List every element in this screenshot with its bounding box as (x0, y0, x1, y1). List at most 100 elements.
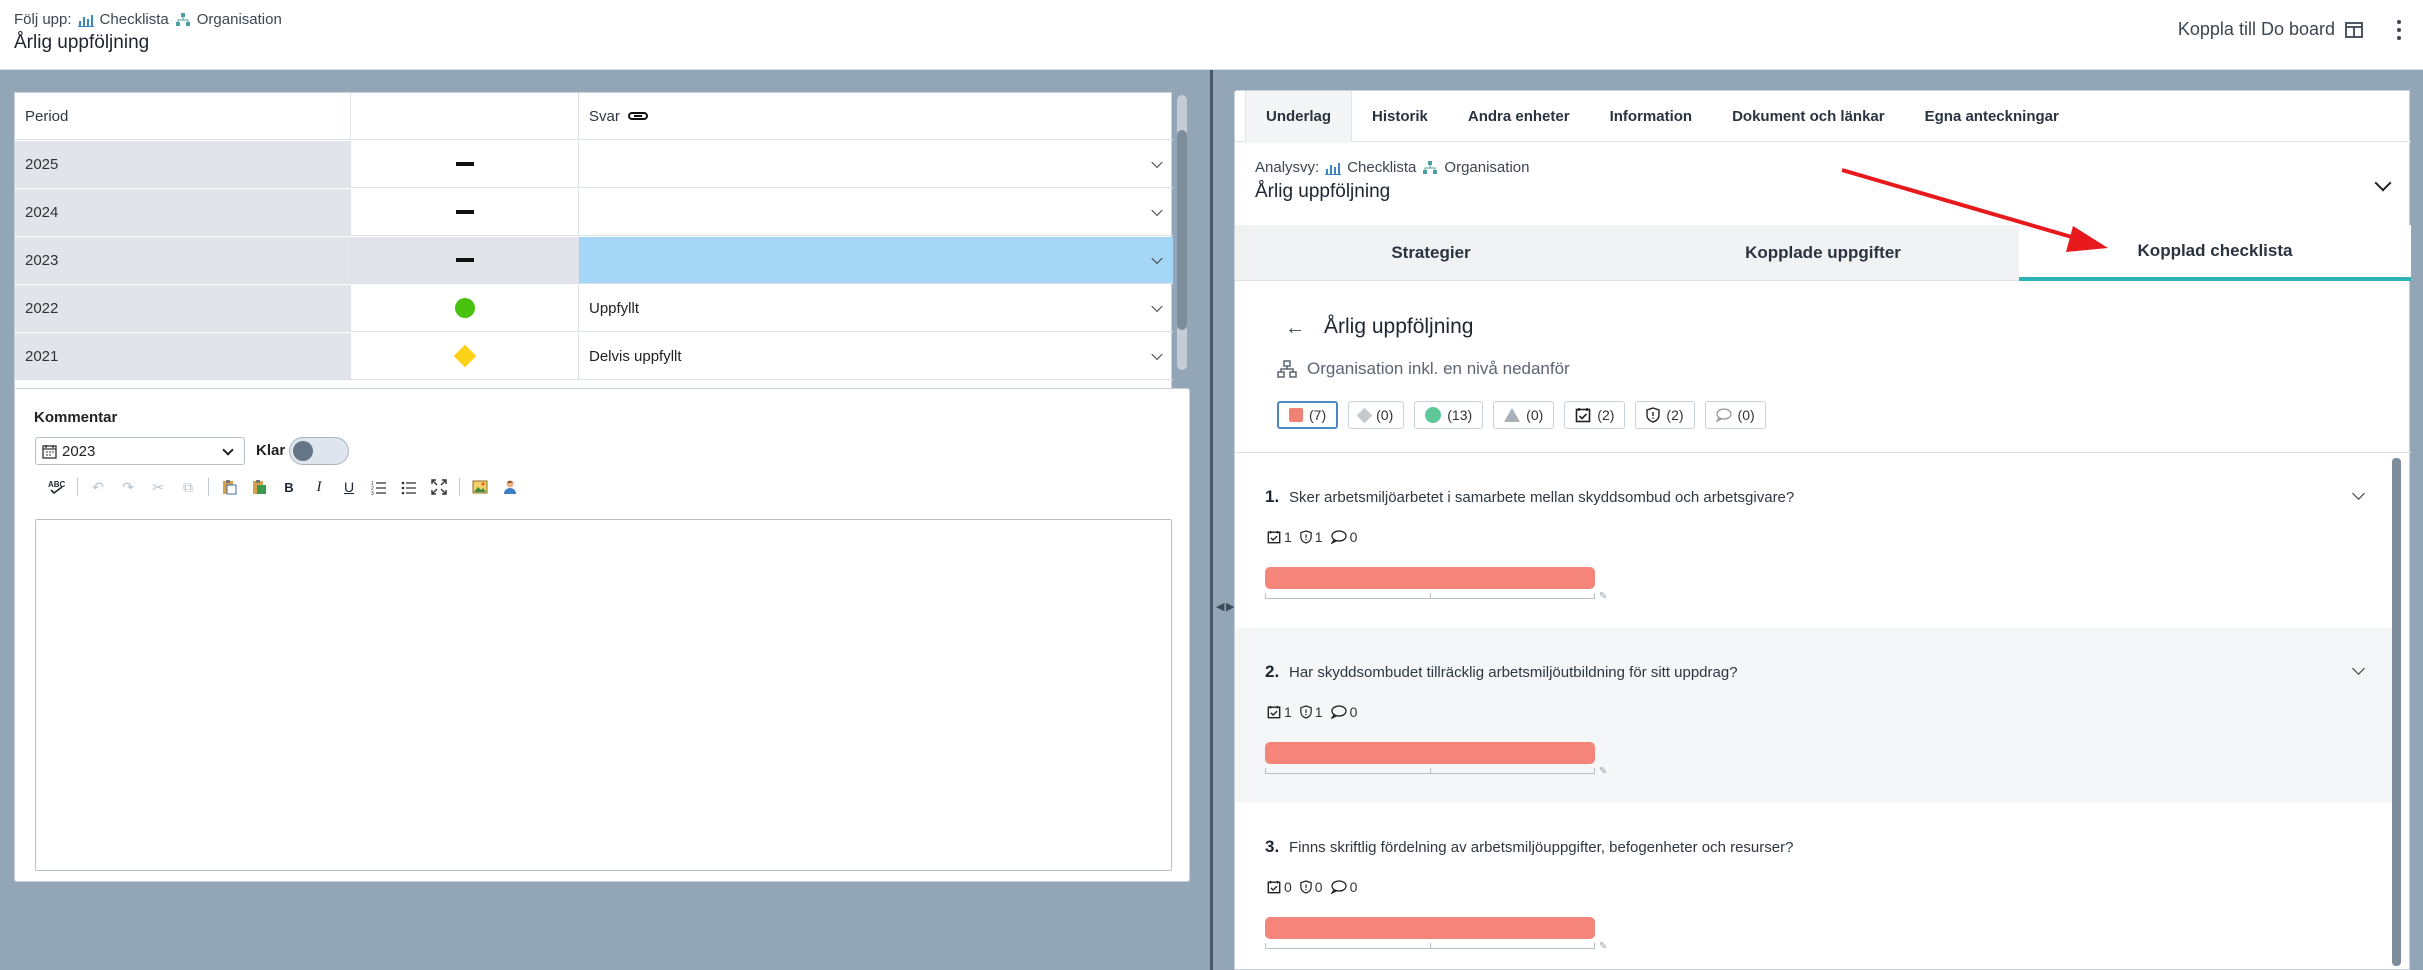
underline-icon[interactable]: U (337, 475, 361, 499)
crumb-organisation[interactable]: Organisation (197, 11, 282, 28)
numbered-list-icon[interactable]: 123 (367, 475, 391, 499)
comment-editor[interactable] (35, 519, 1172, 871)
answer-dropdown[interactable] (579, 189, 1173, 235)
bold-icon[interactable]: B (277, 475, 301, 499)
task-count: 1 (1284, 704, 1292, 720)
filter-grey-triangle[interactable]: (0) (1493, 401, 1555, 429)
tab-historik[interactable]: Historik (1352, 91, 1448, 142)
chevron-down-icon[interactable] (2352, 662, 2365, 675)
redo-icon[interactable]: ↷ (116, 475, 140, 499)
chevron-down-icon (222, 444, 234, 456)
klar-label: Klar (256, 442, 286, 459)
filter-grey-diamond[interactable]: (0) (1348, 401, 1405, 429)
status-cell (351, 333, 579, 379)
comment-label: Kommentar (34, 409, 118, 426)
paste-icon[interactable] (217, 475, 241, 499)
answer-dropdown[interactable] (579, 141, 1173, 187)
table-row[interactable]: 2022 Uppfyllt (15, 285, 1173, 332)
top-bar: Följ upp: Checklista Organisation Årlig … (0, 0, 2423, 70)
more-options-icon[interactable] (2393, 20, 2405, 44)
shield-count: 1 (1314, 529, 1323, 545)
answer-dropdown[interactable]: Uppfyllt (579, 285, 1173, 331)
green-dot-icon (454, 298, 475, 318)
status-cell (351, 237, 579, 283)
status-cell (351, 189, 579, 235)
status-filters: (7) (0) (13) (0) (2) (2) (0) (1277, 401, 1766, 429)
subtab-kopplad-checklista[interactable]: Kopplad checklista (2019, 225, 2411, 281)
breadcrumb: Följ upp: Checklista Organisation (14, 11, 282, 28)
progress-bar (1265, 567, 1595, 589)
comment-icon (1715, 408, 1732, 422)
list-item[interactable]: 1. Sker arbetsmiljöarbetet i samarbete m… (1235, 453, 2395, 628)
list-item[interactable]: 2. Har skyddsombudet tillräcklig arbetsm… (1235, 628, 2395, 803)
italic-icon[interactable]: I (307, 475, 331, 499)
filter-count: (0) (1376, 407, 1394, 423)
chevron-down-icon[interactable] (2352, 487, 2365, 500)
question-text: Sker arbetsmiljöarbetet i samarbete mell… (1289, 489, 1795, 506)
tab-egna-anteckningar[interactable]: Egna anteckningar (1905, 91, 2079, 142)
task-icon (1267, 705, 1281, 719)
status-cell (351, 141, 579, 187)
filter-red[interactable]: (7) (1277, 401, 1339, 429)
crumb-checklist[interactable]: Checklista (100, 11, 169, 28)
table-row-selected[interactable]: 2023 (15, 237, 1173, 284)
column-header-period[interactable]: Period (15, 93, 351, 139)
tab-underlag[interactable]: Underlag (1245, 91, 1353, 143)
list-item[interactable]: 3. Finns skriftlig fördelning av arbetsm… (1235, 803, 2395, 970)
task-icon (1267, 880, 1281, 894)
chevron-down-icon[interactable] (2374, 174, 2392, 192)
table-row[interactable]: 2021 Delvis uppfyllt (15, 333, 1173, 380)
copy-icon[interactable]: ⧉ (176, 475, 200, 499)
maximize-icon[interactable] (427, 475, 451, 499)
spellcheck-icon[interactable]: ABC (45, 475, 69, 499)
question-text: Har skyddsombudet tillräcklig arbetsmilj… (1289, 664, 1738, 681)
column-header-answer[interactable]: Svar (579, 93, 1173, 139)
cut-icon[interactable]: ✂ (146, 475, 170, 499)
question-number: 2. (1265, 662, 1280, 681)
filter-tasks[interactable]: (2) (1564, 401, 1626, 429)
period-cell: 2023 (15, 237, 351, 283)
paste-excel-icon[interactable] (247, 475, 271, 499)
progress-axis (1265, 943, 1595, 949)
pencil-icon[interactable]: ✎ (1599, 591, 1607, 602)
subtab-kopplade-uppgifter[interactable]: Kopplade uppgifter (1627, 225, 2019, 281)
filter-green[interactable]: (13) (1414, 401, 1484, 429)
pencil-icon[interactable]: ✎ (1599, 766, 1607, 777)
connect-do-board-button[interactable]: Koppla till Do board (2178, 19, 2363, 40)
filter-count: (0) (1526, 407, 1544, 423)
bullet-list-icon[interactable] (397, 475, 421, 499)
klar-toggle[interactable] (289, 437, 349, 465)
image-icon[interactable] (468, 475, 492, 499)
checklist-scrollbar[interactable] (2392, 458, 2401, 966)
answer-dropdown[interactable] (579, 237, 1173, 283)
user-insert-icon[interactable] (498, 475, 522, 499)
checklist-scrollbar-thumb[interactable] (2392, 458, 2401, 966)
undo-icon[interactable]: ↶ (86, 475, 110, 499)
dash-icon (455, 210, 474, 214)
table-row[interactable]: 2025 (15, 141, 1173, 188)
tab-information[interactable]: Information (1590, 91, 1713, 142)
shield-count: 1 (1314, 704, 1323, 720)
comment-count: 0 (1349, 879, 1358, 895)
tab-andra-enheter[interactable]: Andra enheter (1448, 91, 1590, 142)
filter-shields[interactable]: (2) (1635, 401, 1695, 429)
year-select-value: 2023 (62, 442, 96, 460)
grid-scrollbar[interactable] (1177, 95, 1187, 370)
pencil-icon[interactable]: ✎ (1599, 941, 1607, 952)
collapse-left-icon[interactable]: ◀ (1216, 600, 1224, 613)
tab-dokument-och-lankar[interactable]: Dokument och länkar (1712, 91, 1905, 142)
progress-bar (1265, 917, 1595, 939)
subtab-strategier[interactable]: Strategier (1235, 225, 1627, 281)
analys-organisation[interactable]: Organisation (1444, 159, 1529, 176)
year-select[interactable]: 2023 (35, 437, 245, 465)
filter-count: (7) (1309, 407, 1327, 423)
grid-scrollbar-thumb[interactable] (1177, 130, 1187, 330)
back-arrow-icon[interactable]: ← (1285, 317, 1305, 340)
period-cell: 2022 (15, 285, 351, 331)
right-pane: Underlag Historik Andra enheter Informat… (1234, 70, 2423, 970)
pane-splitter[interactable]: ◀ ▶ (1210, 70, 1234, 970)
answer-dropdown[interactable]: Delvis uppfyllt (579, 333, 1173, 379)
analys-checklist[interactable]: Checklista (1347, 159, 1416, 176)
filter-comments[interactable]: (0) (1704, 401, 1766, 429)
table-row[interactable]: 2024 (15, 189, 1173, 236)
